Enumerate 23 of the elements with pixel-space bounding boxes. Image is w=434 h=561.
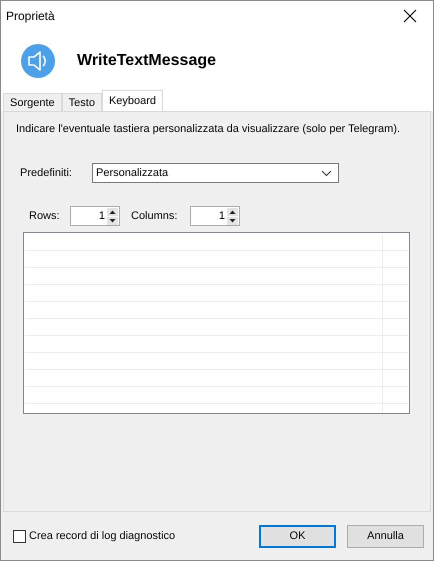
speaker-icon	[21, 44, 55, 78]
field-label: Predefiniti:	[20, 167, 73, 179]
dialog-button[interactable]: Annulla	[347, 524, 424, 548]
number-spinner[interactable]: 1	[70, 206, 120, 226]
checkbox[interactable]	[13, 530, 26, 542]
down-arrow-icon	[107, 216, 118, 224]
up-arrow-icon	[107, 208, 118, 216]
tab[interactable]: Sorgente	[3, 93, 62, 111]
tab[interactable]: Keyboard	[102, 90, 164, 111]
up-arrow-icon	[227, 208, 238, 216]
description-text: Indicare l'eventuale tastiera personalizzata da visualizzare (solo per Telegram).	[16, 123, 402, 135]
chevron-down-icon	[321, 170, 332, 176]
number-spinner[interactable]: 1	[190, 206, 240, 226]
preset-dropdown[interactable]: Personalizzata	[92, 163, 339, 183]
close-icon	[403, 9, 417, 23]
tab[interactable]: Testo	[62, 93, 102, 111]
down-arrow-icon	[227, 216, 238, 224]
activity-title: WriteTextMessage	[77, 52, 216, 70]
dialog-button[interactable]: OK	[259, 524, 336, 548]
window-title: Proprietà	[6, 9, 55, 23]
field-label: Columns:	[131, 210, 178, 222]
checkbox-label: Crea record di log diagnostico	[29, 530, 176, 542]
field-label: Rows:	[29, 210, 61, 222]
